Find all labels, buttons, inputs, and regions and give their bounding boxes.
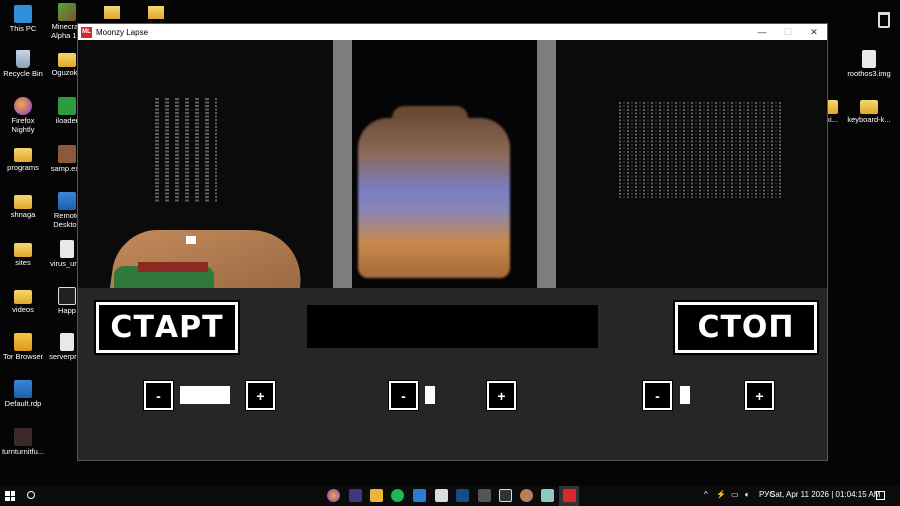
taskbar: ^ ⚡ ▭ 🔈︎ РУС Sat, Apr 11 2026 | 01:04:15… [0,486,900,506]
level-bar-2[interactable] [425,386,435,404]
spotify-taskbar-icon[interactable] [391,489,404,502]
game-icon [58,145,76,163]
desktop-icon-recycle-bin[interactable]: Recycle Bin [0,50,46,79]
stop-button[interactable]: СТОП [673,300,819,355]
level-bar-3[interactable] [680,386,690,404]
close-button[interactable]: ✕ [801,24,827,40]
maximize-button[interactable]: ☐ [775,24,801,40]
app-window: ML Moonzy Lapse — ☐ ✕ СТАРТ СТОП - + - +… [77,23,828,461]
level-bar-1[interactable] [180,386,230,404]
increase-button-1[interactable]: + [245,380,276,411]
app-taskbar-icon[interactable] [435,489,448,502]
increase-button-3[interactable]: + [744,380,775,411]
app-taskbar-icon[interactable] [478,489,491,502]
trash-icon[interactable] [878,12,890,28]
bookmark [186,236,196,244]
jar-image [358,118,510,278]
volume-icon[interactable]: 🔈︎ [745,490,750,500]
tray-app-icon[interactable]: ⚡ [716,490,726,499]
desktop-icon-label: Tor Browser [2,352,43,361]
desktop-icon-folder[interactable] [148,6,164,19]
decrease-button-2[interactable]: - [388,380,419,411]
notifications-icon[interactable] [876,491,885,500]
desktop-icon-label: Default.rdp [4,399,42,408]
folder-icon [14,243,32,257]
center-panel [352,40,537,288]
increase-button-2[interactable]: + [486,380,517,411]
book-spine [138,262,208,272]
desktop-icon-firefox[interactable]: Firefox Nightly [0,97,46,134]
desktop-icon-sites[interactable]: sites [0,240,46,268]
folder-icon [14,290,32,304]
app-taskbar-icon[interactable] [349,489,362,502]
desktop-icon-folder[interactable] [104,6,120,19]
firefox-icon [14,97,32,115]
vscode-taskbar-icon[interactable] [413,489,426,502]
title-bar[interactable]: ML Moonzy Lapse — ☐ ✕ [78,24,827,40]
search-icon[interactable] [27,491,35,499]
desktop-icon-turnturnitfu[interactable]: turnturnitfu... [0,428,46,457]
video-viewport [78,40,827,288]
desktop-icon-tor-browser[interactable]: Tor Browser [0,333,46,362]
moonzy-lapse-taskbar-icon[interactable] [563,489,576,502]
app-taskbar-icon[interactable] [541,489,554,502]
status-display [307,305,598,348]
network-icon[interactable]: ▭ [731,490,739,499]
clock[interactable]: Sat, Apr 11 2026 | 01:04:15 AM [770,490,880,499]
desktop-icon-label: programs [7,163,39,172]
decrease-button-1[interactable]: - [143,380,174,411]
app-taskbar-icon[interactable] [456,489,469,502]
desktop-icon-default-rdp[interactable]: Default.rdp [0,380,46,409]
file-icon [60,333,74,351]
computer-icon [14,5,32,23]
desktop-icon-shnaga[interactable]: shnaga [0,192,46,220]
file-icon [60,240,74,258]
desktop-icon-this-pc[interactable]: This PC [0,5,46,34]
file-icon [14,428,32,446]
remote-desktop-icon [58,192,76,210]
desktop-icon-label: Recycle Bin [3,69,43,78]
waveform-right [619,102,781,198]
divider-pillar-left [333,40,352,288]
happ-taskbar-icon[interactable] [499,489,512,502]
folder-icon [58,53,76,67]
app-logo-icon: ML [81,26,92,38]
windows-start-icon[interactable] [5,491,15,501]
minimize-button[interactable]: — [749,24,775,40]
app-taskbar-icon[interactable] [520,489,533,502]
decrease-button-3[interactable]: - [642,380,673,411]
desktop-icon-label: sites [15,258,31,267]
desktop-icon-label: keyboard-k... [847,115,891,124]
desktop-icon-label: shnaga [10,210,36,219]
tray-chevron-icon[interactable]: ^ [704,490,708,499]
installer-icon [58,97,76,115]
desktop-icon-videos[interactable]: videos [0,287,46,315]
desktop-icon-label: videos [12,305,34,314]
file-explorer-taskbar-icon[interactable] [370,489,383,502]
start-button[interactable]: СТАРТ [94,300,240,355]
divider-pillar-right [537,40,556,288]
file-icon [862,50,876,68]
tor-browser-icon [14,333,32,351]
desktop-icon-label: Firefox Nightly [11,116,35,134]
desktop-icon-label: turnturnitfu... [1,447,45,456]
folder-icon [14,148,32,162]
firefox-taskbar-icon[interactable] [327,489,340,502]
window-title: Moonzy Lapse [96,27,149,37]
desktop-icon-label: This PC [9,24,37,33]
desktop-icon-roothos3[interactable]: roothos3.img [846,50,892,79]
minecraft-icon [58,3,76,21]
desktop-icon-keyboard[interactable]: keyboard-k... [846,97,892,125]
happ-icon [58,287,76,305]
remote-desktop-icon [14,380,32,398]
desktop-icon-programs[interactable]: programs [0,145,46,173]
desktop-icon-label: roothos3.img [847,69,891,78]
folder-icon [860,100,878,114]
waveform-left [155,98,217,202]
folder-icon [14,195,32,209]
recycle-bin-icon [16,50,30,68]
